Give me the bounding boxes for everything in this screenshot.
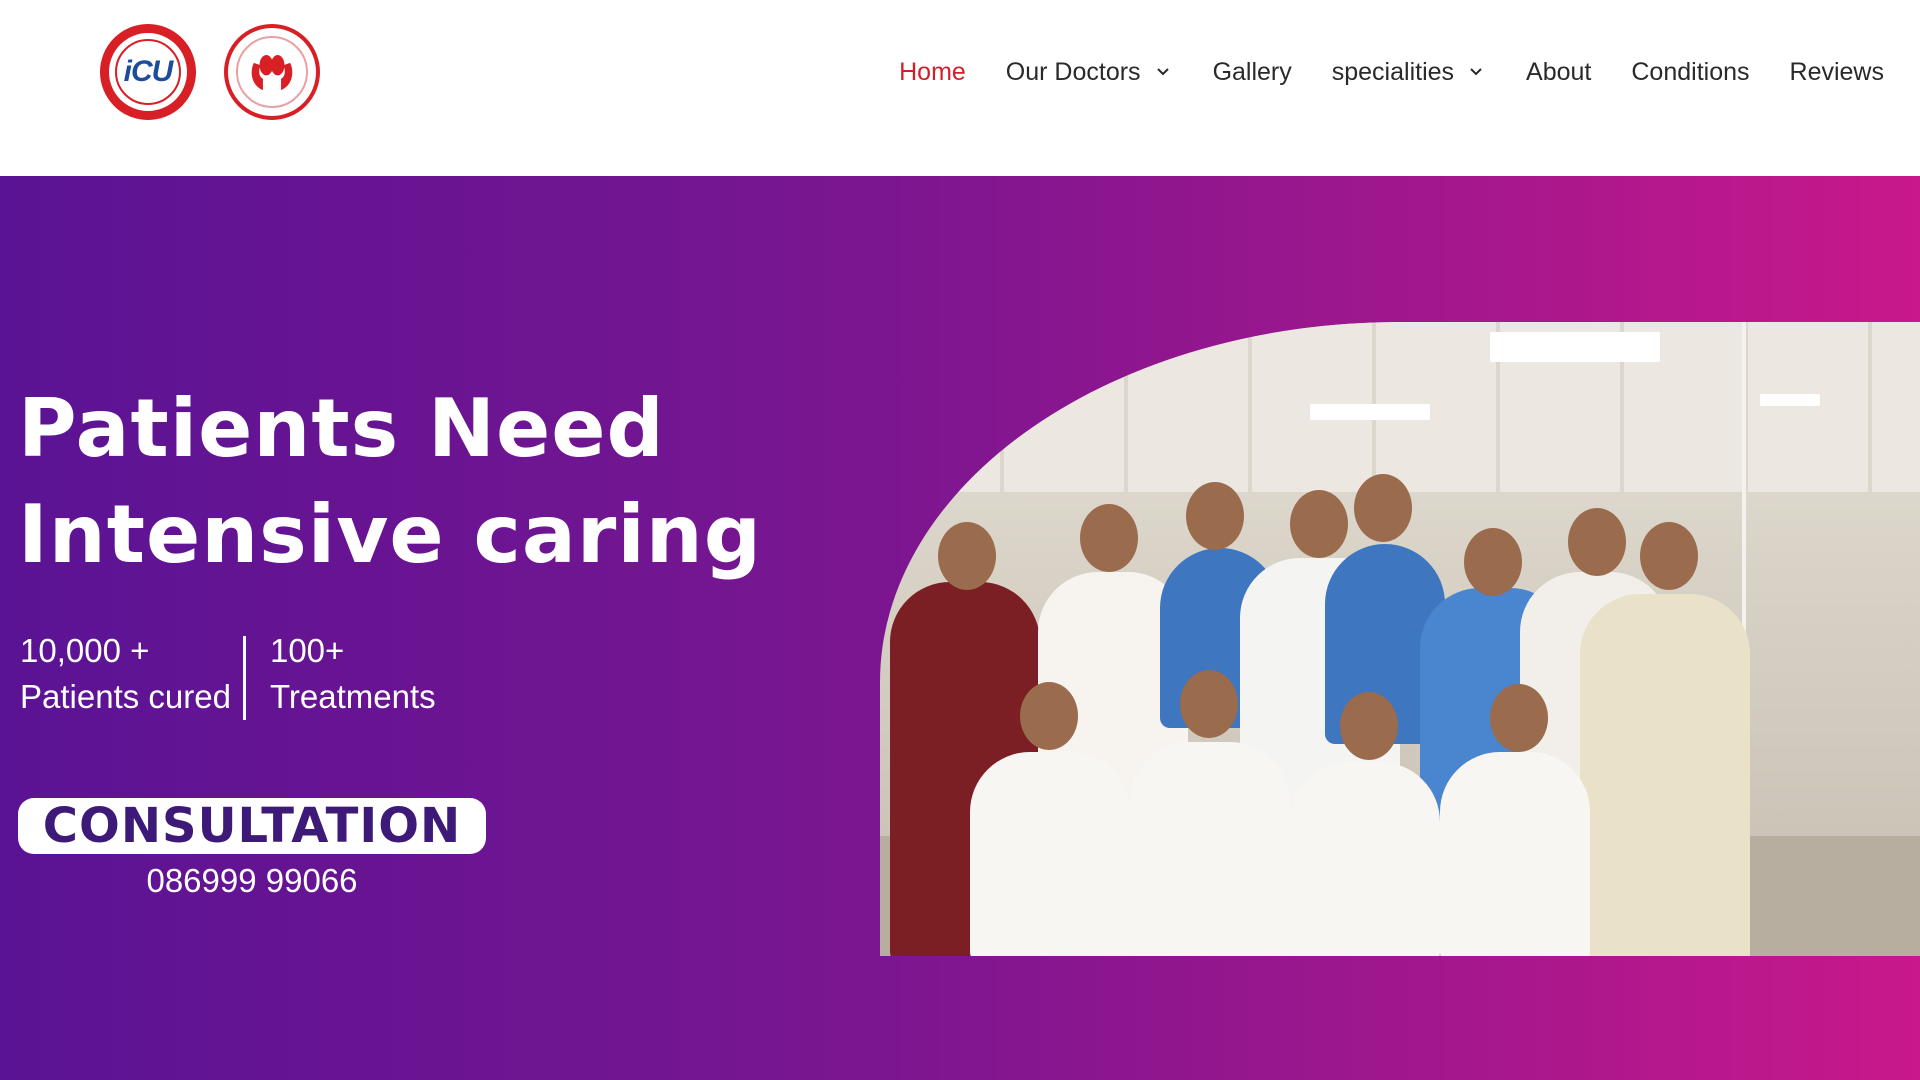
- nav-label: Reviews: [1789, 57, 1884, 86]
- stat-label: Treatments: [269, 678, 436, 715]
- nav-label: About: [1526, 57, 1592, 86]
- site-header: iCU Home Our Doctors Gallery specialitie…: [0, 0, 1920, 176]
- nav-item-our-doctors[interactable]: Our Doctors: [1006, 58, 1173, 87]
- phone-number-link[interactable]: 086999 99066: [18, 862, 486, 900]
- person-head: [1186, 482, 1244, 550]
- person-silhouette: [1580, 594, 1750, 956]
- chevron-down-icon: [1156, 68, 1169, 76]
- stat-value: 100+: [269, 632, 345, 669]
- chevron-down-icon: [1470, 68, 1482, 76]
- nav-label: Home: [899, 57, 966, 86]
- hero-title: Patients Need Intensive caring: [18, 376, 762, 588]
- nav-item-about[interactable]: About: [1526, 58, 1591, 87]
- team-photo: [880, 322, 1920, 956]
- nav-item-specialities[interactable]: specialities: [1332, 58, 1486, 87]
- hero-stats: 10,000 + Patients cured 100+ Treatments: [20, 628, 436, 720]
- stat-treatments: 100+ Treatments: [270, 628, 436, 720]
- person-head: [1568, 508, 1626, 576]
- consultation-button[interactable]: CONSULTATION: [18, 798, 486, 854]
- hero-title-line-1: Patients Need: [18, 382, 665, 475]
- nav-item-home[interactable]: Home: [899, 58, 966, 87]
- person-silhouette: [1440, 752, 1590, 956]
- ceiling-light: [1490, 332, 1660, 362]
- person-silhouette: [970, 752, 1130, 956]
- person-head: [938, 522, 996, 590]
- person-silhouette: [1130, 742, 1290, 956]
- person-head: [1490, 684, 1548, 752]
- main-nav: Home Our Doctors Gallery specialities Ab…: [899, 52, 1884, 92]
- nav-label: Conditions: [1631, 57, 1750, 86]
- person-head: [1354, 474, 1412, 542]
- nav-label: Our Doctors: [1005, 57, 1141, 86]
- stat-value: 10,000 +: [20, 632, 150, 669]
- ceiling-light: [1310, 404, 1430, 420]
- nav-label: specialities: [1331, 57, 1455, 86]
- kidney-logo-ring: [236, 36, 308, 108]
- person-head: [1180, 670, 1238, 738]
- person-head: [1464, 528, 1522, 596]
- nav-item-reviews[interactable]: Reviews: [1790, 58, 1884, 87]
- stat-label: Patients cured: [20, 678, 231, 715]
- kidney-hands-icon: [251, 55, 293, 91]
- person-head: [1340, 692, 1398, 760]
- ceiling-light: [1760, 394, 1820, 406]
- garg-kidney-clinic-logo[interactable]: [224, 24, 320, 120]
- hero-title-line-2: Intensive caring: [18, 488, 762, 581]
- icu-logo-text: iCU: [115, 39, 181, 105]
- person-head: [1080, 504, 1138, 572]
- garg-clinics-icu-logo[interactable]: iCU: [100, 24, 196, 120]
- person-head: [1290, 490, 1348, 558]
- person-silhouette: [1290, 762, 1440, 956]
- nav-item-gallery[interactable]: Gallery: [1213, 58, 1292, 87]
- person-head: [1020, 682, 1078, 750]
- nav-label: Gallery: [1212, 57, 1292, 86]
- stat-divider: [242, 636, 246, 720]
- nav-item-conditions[interactable]: Conditions: [1631, 58, 1749, 87]
- hero-banner: Patients Need Intensive caring 10,000 + …: [0, 176, 1920, 1080]
- stat-patients-cured: 10,000 + Patients cured: [20, 628, 231, 720]
- person-head: [1640, 522, 1698, 590]
